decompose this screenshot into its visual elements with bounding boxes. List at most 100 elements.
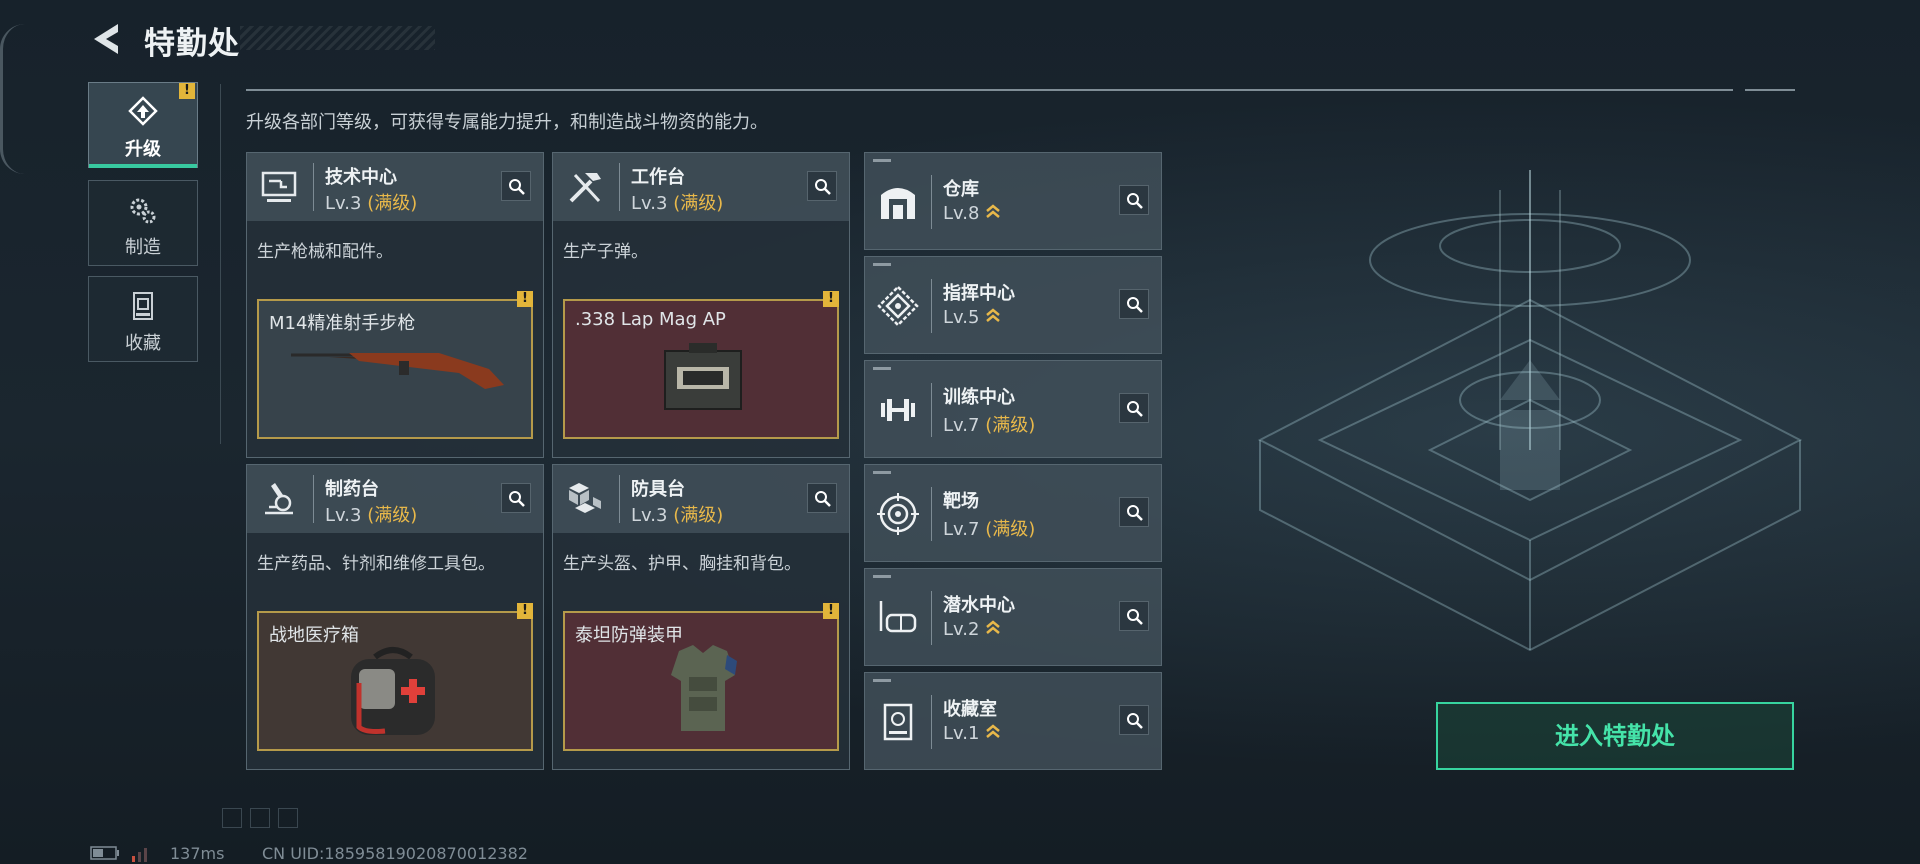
decorative-square	[250, 808, 270, 828]
active-indicator	[89, 164, 197, 168]
tab-label: 制造	[125, 237, 161, 258]
card-pharmacy[interactable]: 制药台 Lv.3 (满级) 生产药品、针剂和维修工具包。 战地医疗箱 !	[246, 464, 544, 770]
collection-room-icon	[883, 703, 913, 741]
tab-crafting[interactable]: 制造	[88, 180, 198, 266]
search-icon	[509, 179, 525, 195]
tab-label: 收藏	[125, 333, 161, 354]
department-warehouse[interactable]: 仓库 Lv.8	[864, 152, 1162, 250]
department-collection-room[interactable]: 收藏室 Lv.1	[864, 672, 1162, 770]
search-button[interactable]	[807, 171, 837, 201]
search-icon	[1127, 297, 1143, 313]
divider	[220, 84, 221, 444]
card-level: Lv.3 (满级)	[325, 505, 418, 526]
search-button[interactable]	[1119, 497, 1149, 527]
headquarters-model	[1257, 170, 1803, 652]
card-description: 生产枪械和配件。	[257, 242, 393, 262]
department-name: 靶场	[943, 491, 979, 512]
department-command-center[interactable]: 指挥中心 Lv.5	[864, 256, 1162, 354]
card-header: 防具台 Lv.3 (满级)	[553, 465, 849, 533]
card-header: 技术中心 Lv.3 (满级)	[247, 153, 543, 221]
department-name: 训练中心	[943, 387, 1015, 408]
department-training-center[interactable]: 训练中心 Lv.7 (满级)	[864, 360, 1162, 458]
department-name: 指挥中心	[943, 283, 1015, 304]
search-icon	[815, 179, 831, 195]
search-button[interactable]	[501, 171, 531, 201]
upgrade-icon	[128, 96, 158, 126]
page-title: 特勤处	[144, 26, 240, 62]
diving-mask-icon	[879, 601, 917, 633]
cubes-icon	[569, 483, 601, 513]
section-description: 升级各部门等级，可获得专属能力提升，和制造战斗物资的能力。	[246, 112, 768, 133]
back-arrow-icon[interactable]	[88, 20, 124, 58]
alert-badge: !	[517, 291, 533, 307]
department-diving-center[interactable]: 潜水中心 Lv.2	[864, 568, 1162, 666]
alert-badge: !	[179, 83, 195, 99]
card-title: 防具台	[631, 479, 685, 500]
search-button[interactable]	[1119, 601, 1149, 631]
search-button[interactable]	[807, 483, 837, 513]
tab-collection[interactable]: 收藏	[88, 276, 198, 362]
card-level: Lv.3 (满级)	[631, 193, 724, 214]
signal-icon	[132, 848, 147, 862]
ammo-box-image	[664, 343, 742, 410]
search-icon	[815, 491, 831, 507]
card-description: 生产子弹。	[563, 242, 648, 262]
item-name: M14精准射手步枪	[269, 313, 416, 334]
ping-value: 137ms	[170, 844, 225, 863]
department-shooting-range[interactable]: 靶场 Lv.7 (满级)	[864, 464, 1162, 562]
computer-icon	[261, 171, 297, 202]
search-icon	[1127, 505, 1143, 521]
craft-item-slot[interactable]: M14精准射手步枪 !	[257, 291, 533, 439]
craft-item-slot[interactable]: .338 Lap Mag AP !	[563, 291, 839, 439]
search-icon	[509, 491, 525, 507]
department-level: Lv.7 (满级)	[943, 519, 1036, 540]
title-decoration	[240, 26, 435, 50]
upgrade-arrow-icon	[986, 204, 1001, 218]
tab-label: 升级	[125, 139, 161, 160]
card-tech-center[interactable]: 技术中心 Lv.3 (满级) 生产枪械和配件。 M14精准射手步枪 !	[246, 152, 544, 458]
rifle-image	[291, 353, 504, 389]
department-level: Lv.5	[943, 307, 1001, 328]
search-button[interactable]	[1119, 185, 1149, 215]
decorative-square	[278, 808, 298, 828]
search-button[interactable]	[1119, 705, 1149, 735]
department-name: 仓库	[943, 179, 979, 200]
alert-badge: !	[823, 291, 839, 307]
department-name: 潜水中心	[943, 595, 1015, 616]
card-title: 技术中心	[325, 167, 397, 188]
department-level: Lv.1	[943, 723, 1001, 744]
body-armor-image	[671, 645, 737, 731]
card-header: 制药台 Lv.3 (满级)	[247, 465, 543, 533]
search-icon	[1127, 401, 1143, 417]
upgrade-arrow-icon	[986, 724, 1001, 738]
command-icon	[877, 285, 919, 327]
divider	[1745, 89, 1795, 91]
card-description: 生产头盔、护甲、胸挂和背包。	[563, 554, 801, 574]
card-armor-bench[interactable]: 防具台 Lv.3 (满级) 生产头盔、护甲、胸挂和背包。 泰坦防弹装甲 !	[552, 464, 850, 770]
battery-icon	[90, 846, 119, 860]
search-button[interactable]	[1119, 393, 1149, 423]
target-icon	[877, 493, 919, 535]
search-button[interactable]	[1119, 289, 1149, 319]
upgrade-arrow-icon	[986, 308, 1001, 322]
search-icon	[1127, 609, 1143, 625]
alert-badge: !	[517, 603, 533, 619]
craft-item-slot[interactable]: 战地医疗箱 !	[257, 603, 533, 751]
card-workbench[interactable]: 工作台 Lv.3 (满级) 生产子弹。 .338 Lap Mag AP !	[552, 152, 850, 458]
search-button[interactable]	[501, 483, 531, 513]
gears-icon	[130, 198, 156, 224]
collection-icon	[133, 292, 153, 320]
enter-special-ops-button[interactable]: 进入特勤处	[1436, 702, 1794, 770]
microscope-icon	[265, 483, 293, 515]
item-name: .338 Lap Mag AP	[575, 309, 726, 330]
department-level: Lv.7 (满级)	[943, 415, 1036, 436]
decorative-square	[222, 808, 242, 828]
tab-upgrade[interactable]: 升级 !	[88, 82, 198, 168]
alert-badge: !	[823, 603, 839, 619]
dumbbell-icon	[881, 399, 915, 421]
craft-item-slot[interactable]: 泰坦防弹装甲 !	[563, 603, 839, 751]
card-description: 生产药品、针剂和维修工具包。	[257, 554, 495, 574]
warehouse-icon	[881, 188, 915, 219]
tools-icon	[569, 173, 601, 203]
search-icon	[1127, 713, 1143, 729]
